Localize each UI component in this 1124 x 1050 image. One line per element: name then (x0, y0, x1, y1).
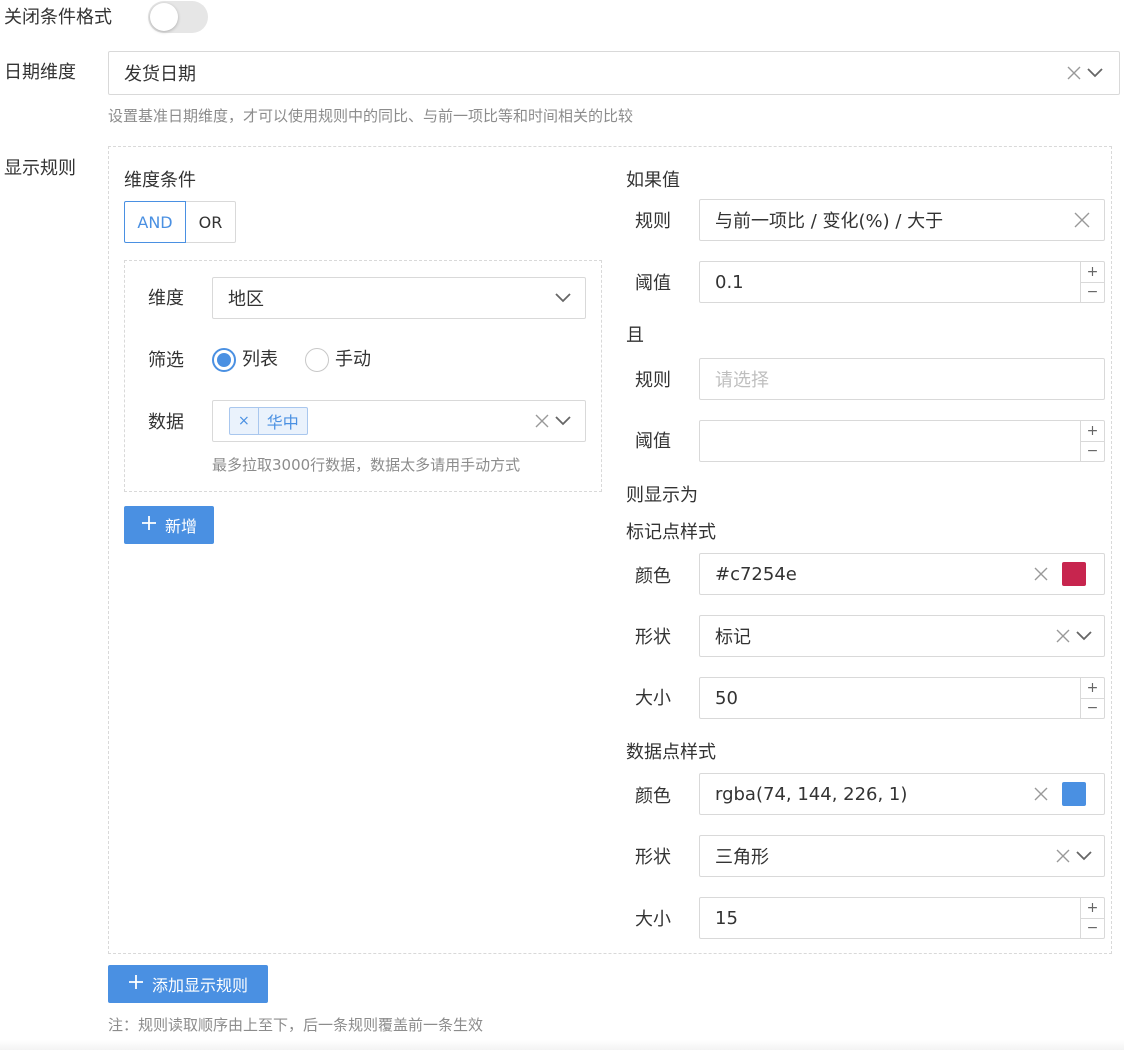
conditional-format-toggle-label: 关闭条件格式 (4, 7, 112, 28)
logic-toggle-group: AND OR (124, 201, 236, 243)
decrement-button[interactable]: − (1081, 440, 1104, 462)
increment-button[interactable]: + (1081, 898, 1104, 918)
threshold-label: 阈值 (635, 273, 671, 294)
threshold-stepper: + − (1080, 262, 1104, 302)
clear-icon[interactable] (1056, 629, 1070, 643)
date-dimension-value: 发货日期 (124, 64, 196, 85)
datapoint-size-input[interactable]: 15 + − (699, 897, 1105, 939)
if-value-title: 如果值 (626, 170, 680, 191)
data-multi-select[interactable]: × 华中 (212, 400, 586, 442)
chevron-down-icon[interactable] (555, 293, 571, 303)
marker-color-swatch[interactable] (1062, 562, 1086, 586)
add-condition-label: 新增 (164, 517, 197, 536)
data-label: 数据 (148, 412, 184, 433)
plus-icon (141, 515, 157, 535)
marker-color-label: 颜色 (635, 566, 671, 587)
and-condition-title: 且 (626, 325, 644, 346)
clear-icon[interactable] (1056, 849, 1070, 863)
marker-color-picker[interactable]: #c7254e (699, 553, 1105, 595)
datapoint-color-label: 颜色 (635, 786, 671, 807)
chevron-down-icon[interactable] (1087, 68, 1103, 78)
datapoint-shape-select[interactable]: 三角形 (699, 835, 1105, 877)
marker-shape-value: 标记 (715, 627, 751, 648)
and-rule-placeholder: 请选择 (715, 370, 769, 391)
increment-button[interactable]: + (1081, 678, 1104, 698)
decrement-button[interactable]: − (1081, 281, 1104, 303)
datapoint-size-stepper: + − (1080, 898, 1104, 938)
clear-icon[interactable] (1067, 66, 1081, 80)
marker-style-title: 标记点样式 (626, 522, 716, 543)
rule-value: 与前一项比 / 变化(%) / 大于 (715, 211, 944, 232)
chevron-down-icon[interactable] (1076, 631, 1092, 641)
radio-list-option[interactable]: 列表 (212, 348, 278, 372)
threshold-value: 0.1 (715, 271, 744, 293)
marker-shape-label: 形状 (635, 627, 671, 648)
datapoint-color-swatch[interactable] (1062, 782, 1086, 806)
datapoint-shape-label: 形状 (635, 847, 671, 868)
increment-button[interactable]: + (1081, 262, 1104, 282)
and-threshold-stepper: + − (1080, 421, 1104, 461)
rule-select[interactable]: 与前一项比 / 变化(%) / 大于 (699, 199, 1105, 241)
marker-size-value: 50 (715, 687, 738, 709)
and-button[interactable]: AND (124, 201, 186, 243)
bottom-fade (0, 1040, 1124, 1050)
radio-manual-option[interactable]: 手动 (305, 348, 371, 372)
filter-label: 筛选 (148, 350, 184, 371)
display-as-title: 则显示为 (626, 485, 698, 506)
clear-icon[interactable] (1034, 567, 1048, 581)
datapoint-color-picker[interactable]: rgba(74, 144, 226, 1) (699, 773, 1105, 815)
and-rule-select[interactable]: 请选择 (699, 358, 1105, 400)
plus-icon (128, 974, 144, 994)
clear-icon[interactable] (1034, 787, 1048, 801)
marker-shape-select[interactable]: 标记 (699, 615, 1105, 657)
dimension-value: 地区 (228, 289, 264, 310)
dimension-condition-title: 维度条件 (124, 170, 196, 191)
or-button[interactable]: OR (186, 201, 236, 243)
date-dimension-label: 日期维度 (4, 62, 76, 83)
add-display-rule-label: 添加显示规则 (151, 976, 248, 995)
date-dimension-select[interactable]: 发货日期 (108, 51, 1120, 95)
conditional-format-toggle[interactable] (148, 1, 208, 33)
tag-label: 华中 (266, 413, 299, 432)
dimension-label: 维度 (148, 288, 184, 309)
radio-list-label: 列表 (242, 349, 278, 370)
marker-size-stepper: + − (1080, 678, 1104, 718)
datapoint-shape-value: 三角形 (715, 847, 769, 868)
marker-color-value: #c7254e (715, 563, 797, 585)
toggle-knob (150, 3, 178, 31)
threshold-input[interactable]: 0.1 + − (699, 261, 1105, 303)
decrement-button[interactable]: − (1081, 917, 1104, 939)
dimension-select[interactable]: 地区 (212, 277, 586, 319)
datapoint-color-value: rgba(74, 144, 226, 1) (715, 783, 908, 805)
marker-size-input[interactable]: 50 + − (699, 677, 1105, 719)
tag-remove-icon[interactable]: × (230, 408, 259, 434)
date-dimension-hint: 设置基准日期维度，才可以使用规则中的同比、与前一项比等和时间相关的比较 (108, 107, 634, 125)
selected-tag: × 华中 (229, 407, 308, 435)
add-condition-button[interactable]: 新增 (124, 506, 214, 544)
and-threshold-label: 阈值 (635, 431, 671, 452)
chevron-down-icon[interactable] (555, 416, 571, 426)
datapoint-size-label: 大小 (635, 909, 671, 930)
and-rule-label: 规则 (635, 370, 671, 391)
marker-size-label: 大小 (635, 688, 671, 709)
data-hint: 最多拉取3000行数据，数据太多请用手动方式 (212, 456, 521, 474)
clear-icon[interactable] (1074, 212, 1090, 228)
rule-label: 规则 (635, 211, 671, 232)
decrement-button[interactable]: − (1081, 697, 1104, 719)
increment-button[interactable]: + (1081, 421, 1104, 441)
datapoint-style-title: 数据点样式 (626, 742, 716, 763)
display-rules-label: 显示规则 (4, 158, 76, 179)
radio-manual-label: 手动 (335, 349, 371, 370)
footer-note: 注：规则读取顺序由上至下，后一条规则覆盖前一条生效 (108, 1016, 484, 1034)
datapoint-size-value: 15 (715, 907, 738, 929)
chevron-down-icon[interactable] (1076, 851, 1092, 861)
clear-icon[interactable] (535, 414, 549, 428)
and-threshold-input[interactable]: + − (699, 420, 1105, 462)
radio-checked-icon (212, 348, 236, 372)
add-display-rule-button[interactable]: 添加显示规则 (108, 965, 268, 1003)
radio-unchecked-icon (305, 348, 329, 372)
